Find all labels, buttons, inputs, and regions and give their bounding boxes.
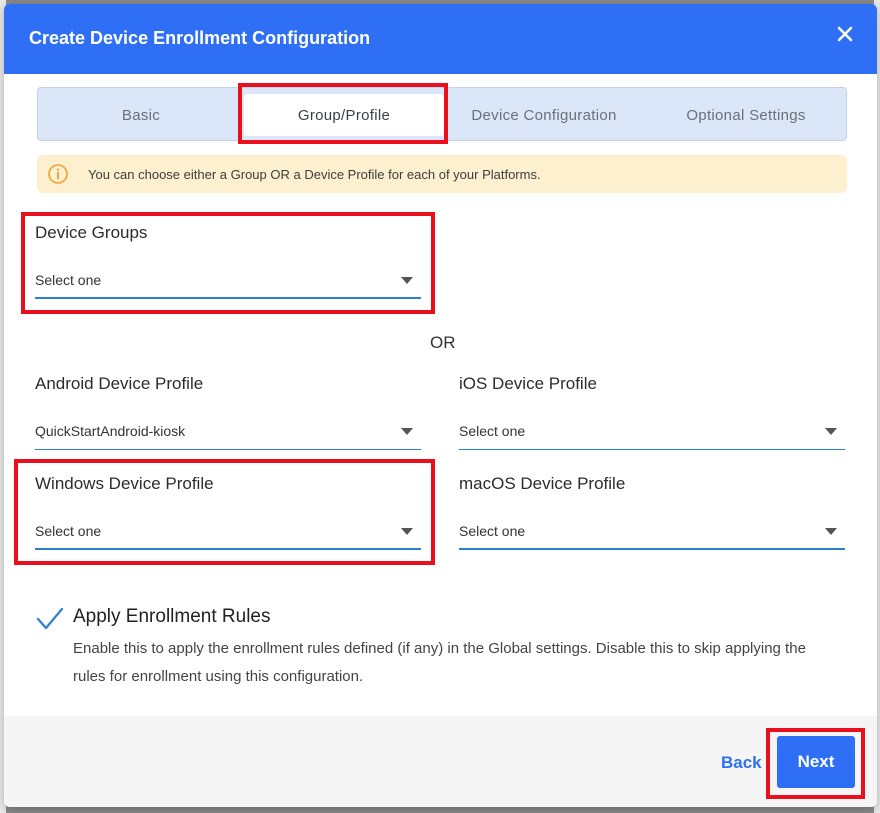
ios-profile-select[interactable]: Select one: [459, 414, 845, 450]
apply-rules-checkbox[interactable]: [35, 606, 65, 632]
macos-profile-value: Select one: [459, 523, 526, 539]
tab-device-configuration[interactable]: Device Configuration: [444, 88, 644, 142]
android-profile-value: QuickStartAndroid-kiosk: [35, 423, 186, 439]
tab-optional-settings[interactable]: Optional Settings: [644, 88, 848, 142]
device-groups-label: Device Groups: [35, 223, 148, 242]
close-icon[interactable]: [835, 24, 855, 44]
tab-basic-label: Basic: [121, 106, 161, 124]
tab-optional-settings-label: Optional Settings: [686, 106, 806, 124]
tab-group-profile[interactable]: Group/Profile: [244, 94, 444, 136]
info-banner: You can choose either a Group OR a Devic…: [37, 155, 847, 193]
device-groups-value: Select one: [35, 272, 102, 288]
back-button[interactable]: Back: [721, 753, 762, 773]
next-button[interactable]: Next: [777, 736, 855, 788]
device-groups-select[interactable]: Select one: [35, 263, 421, 299]
tab-basic[interactable]: Basic: [38, 88, 244, 142]
android-profile-select[interactable]: QuickStartAndroid-kiosk: [35, 414, 421, 450]
windows-profile-select[interactable]: Select one: [35, 514, 421, 550]
modal-header: Create Device Enrollment Configuration: [4, 4, 877, 74]
chevron-down-icon: [825, 428, 837, 435]
modal-title: Create Device Enrollment Configuration: [29, 28, 371, 48]
info-text: You can choose either a Group OR a Devic…: [88, 166, 541, 182]
info-icon: [47, 163, 69, 185]
enrollment-config-modal: Create Device Enrollment Configuration B…: [4, 4, 877, 807]
macos-profile-label: macOS Device Profile: [459, 474, 626, 493]
or-separator: OR: [430, 333, 456, 352]
chevron-down-icon: [825, 528, 837, 535]
tab-device-configuration-label: Device Configuration: [471, 106, 617, 124]
chevron-down-icon: [401, 528, 413, 535]
apply-rules-description: Enable this to apply the enrollment rule…: [73, 640, 806, 685]
apply-rules-title: Apply Enrollment Rules: [73, 606, 271, 627]
windows-profile-label: Windows Device Profile: [35, 474, 214, 493]
chevron-down-icon: [401, 277, 413, 284]
ios-profile-value: Select one: [459, 423, 526, 439]
ios-profile-label: iOS Device Profile: [459, 374, 597, 393]
macos-profile-select[interactable]: Select one: [459, 514, 845, 550]
wizard-stepper: Basic Group/Profile Device Configuration…: [37, 87, 847, 141]
windows-profile-value: Select one: [35, 523, 102, 539]
chevron-down-icon: [401, 428, 413, 435]
android-profile-label: Android Device Profile: [35, 374, 204, 393]
tab-group-profile-label: Group/Profile: [297, 106, 391, 124]
